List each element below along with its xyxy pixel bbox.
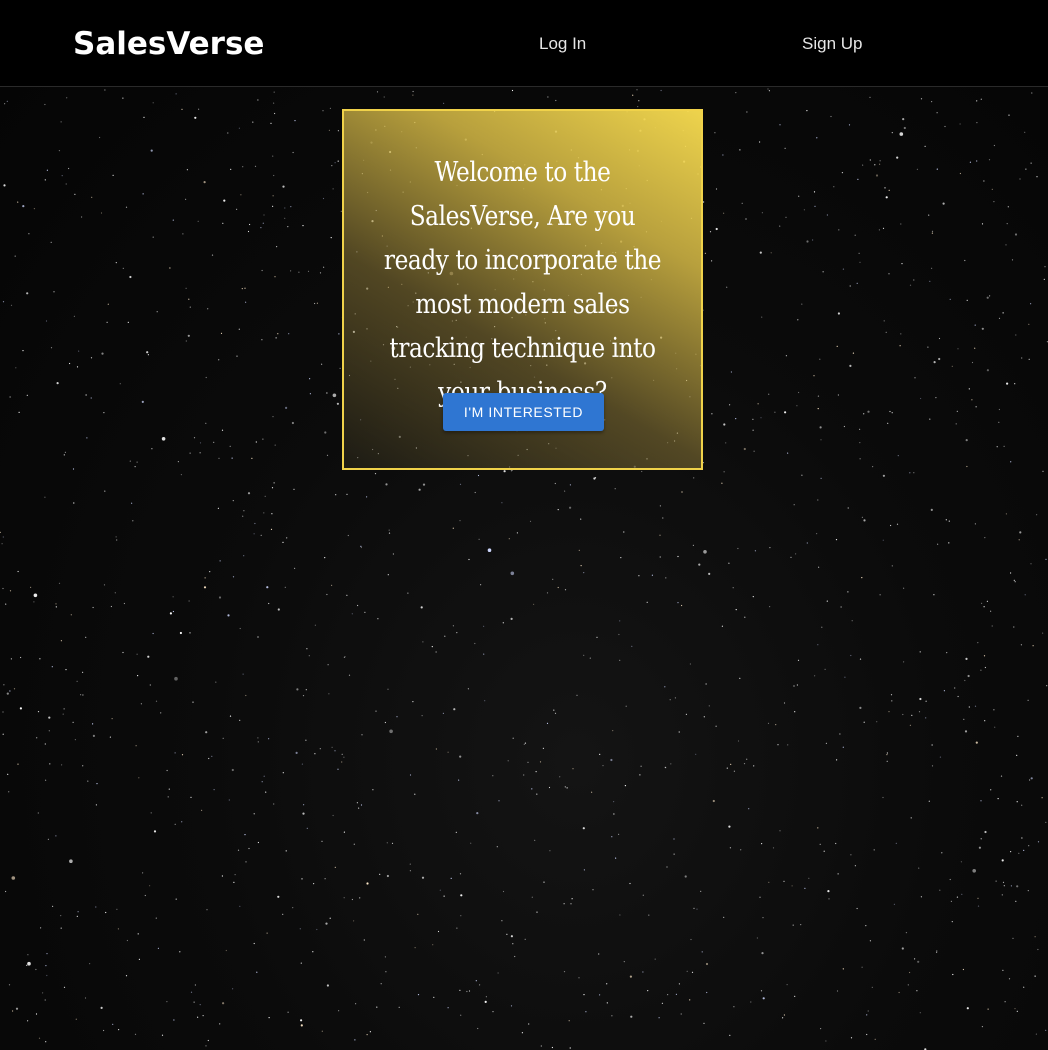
interested-button[interactable]: I'M INTERESTED [443, 393, 604, 431]
signup-link[interactable]: Sign Up [802, 33, 862, 55]
login-link[interactable]: Log In [539, 33, 586, 55]
hero-heading: Welcome to the SalesVerse, Are you ready… [383, 157, 662, 408]
hero-card: Welcome to the SalesVerse, Are you ready… [342, 109, 703, 470]
landing-page: SalesVerse Log In Sign Up Welcome to the… [0, 0, 1048, 1050]
brand-logo-link[interactable]: SalesVerse [73, 24, 264, 64]
top-navbar: SalesVerse Log In Sign Up [0, 0, 1048, 87]
